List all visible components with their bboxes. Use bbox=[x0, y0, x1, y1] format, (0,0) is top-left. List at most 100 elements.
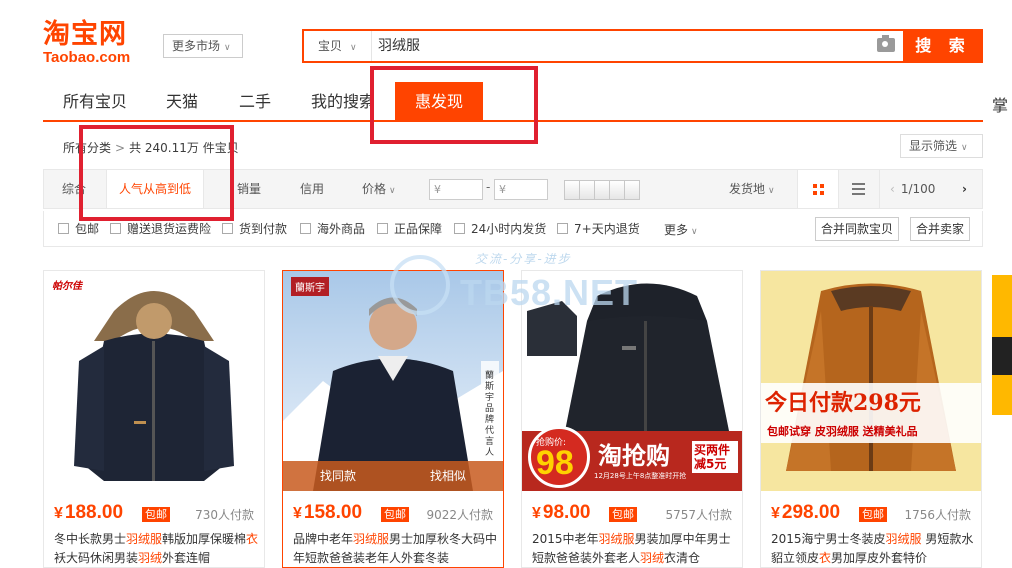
chevron-down-icon: ∨ bbox=[768, 186, 775, 196]
filter-cash-on-delivery[interactable]: 货到付款 bbox=[222, 222, 287, 236]
watermark-subtitle: 交流-分享-进步 bbox=[475, 252, 572, 266]
checkbox-icon bbox=[557, 223, 568, 234]
title-text: 男士加厚秋冬大码 bbox=[389, 532, 486, 546]
chevron-down-icon: ∨ bbox=[224, 43, 231, 53]
product-card[interactable]: 今日付款298元 包邮试穿 皮羽绒服 送精美礼品 ¥298.00 包邮 1756… bbox=[760, 270, 982, 568]
credit-range-slider[interactable] bbox=[564, 180, 640, 200]
product-image[interactable]: 蘭斯宇 蘭斯宇品牌代言人 找同款 找相似 bbox=[283, 271, 503, 491]
product-title[interactable]: 2015中老年羽绒服男装加厚中年男士短款爸爸装外套老人羽绒衣清仓 bbox=[532, 530, 737, 568]
promo-title: 今日付款298元 bbox=[765, 390, 921, 416]
filter-overseas[interactable]: 海外商品 bbox=[300, 222, 365, 236]
tab-all-items[interactable]: 所有宝贝 bbox=[63, 82, 127, 120]
promo-discount: 买两件减5元 bbox=[692, 441, 738, 473]
filter-label: 包邮 bbox=[75, 222, 100, 236]
title-text: 男加厚皮外套特价 bbox=[831, 551, 928, 565]
title-text: 韩版加厚保暖棉 bbox=[162, 532, 247, 546]
filter-label: 海外商品 bbox=[317, 222, 366, 236]
filter-7day-return[interactable]: 7+天内退货 bbox=[557, 222, 640, 236]
find-similar-button[interactable]: 找相似 bbox=[393, 461, 503, 491]
sort-credit[interactable]: 信用 bbox=[300, 170, 324, 208]
more-filters[interactable]: 更多 ∨ bbox=[664, 221, 698, 238]
sort-price[interactable]: 价格 ∨ bbox=[362, 170, 396, 208]
free-shipping-badge: 包邮 bbox=[609, 507, 637, 522]
product-sales: 5757人付款 bbox=[665, 508, 732, 522]
checkbox-icon bbox=[377, 223, 388, 234]
filter-label: 24小时内发货 bbox=[471, 222, 547, 236]
merge-same-items-button[interactable]: 合并同款宝贝 bbox=[815, 217, 900, 241]
promo-title: 淘抢购 bbox=[598, 441, 670, 470]
title-highlight: 衣 bbox=[246, 532, 259, 546]
pager: ‹ 1/100 › bbox=[879, 170, 967, 208]
yen-symbol: ¥ bbox=[532, 505, 541, 522]
product-photo bbox=[761, 271, 981, 491]
title-highlight: 羽绒服 bbox=[885, 532, 922, 546]
product-image[interactable]: 今日付款298元 包邮试穿 皮羽绒服 送精美礼品 bbox=[761, 271, 981, 491]
right-cut-label[interactable]: 掌 bbox=[992, 92, 1008, 116]
show-filter-label: 显示筛选 bbox=[909, 139, 958, 153]
product-title[interactable]: 品牌中老年羽绒服男士加厚秋冬大码中年短款爸爸装老年人外套冬装 bbox=[293, 530, 498, 568]
merge-sellers-button[interactable]: 合并卖家 bbox=[910, 217, 971, 241]
promo-date: 12月28号上午8点整准时开抢 bbox=[594, 472, 687, 480]
product-card[interactable]: 帕尔佳 ¥188.00 包邮 730人付款 冬中长款男士羽绒服韩版加厚保暖棉衣袄… bbox=[43, 270, 265, 568]
product-title[interactable]: 冬中长款男士羽绒服韩版加厚保暖棉衣袄大码休闲男装羽绒外套连帽 bbox=[54, 530, 259, 568]
grid-view-icon[interactable] bbox=[797, 170, 839, 208]
filter-free-shipping[interactable]: 包邮 bbox=[58, 222, 99, 236]
filter-genuine[interactable]: 正品保障 bbox=[377, 222, 442, 236]
yen-symbol: ¥ bbox=[293, 505, 302, 522]
side-ad-strip[interactable] bbox=[992, 275, 1012, 415]
search-button[interactable]: 搜 索 bbox=[903, 29, 983, 63]
filter-24h-shipping[interactable]: 24小时内发货 bbox=[454, 222, 546, 236]
product-price-value: 158.00 bbox=[303, 502, 363, 523]
checkbox-icon bbox=[300, 223, 311, 234]
sort-sales[interactable]: 销量 bbox=[237, 170, 261, 208]
logo-chinese: 淘宝网 bbox=[43, 19, 127, 50]
product-sales: 1756人付款 bbox=[904, 508, 971, 522]
title-text: 2015中老年 bbox=[532, 532, 599, 546]
annotation-box-discover bbox=[370, 66, 538, 144]
chevron-down-icon: ∨ bbox=[691, 227, 698, 237]
camera-icon[interactable] bbox=[877, 35, 895, 52]
show-filter-button[interactable]: 显示筛选 ∨ bbox=[900, 134, 983, 158]
free-shipping-badge: 包邮 bbox=[859, 507, 887, 522]
title-text: 男装加厚中年男士 bbox=[634, 532, 731, 546]
price-dash: - bbox=[486, 180, 491, 194]
list-view-icon[interactable] bbox=[852, 183, 865, 195]
product-title[interactable]: 2015海宁男士冬装皮羽绒服 男短款水貂立领皮衣男加厚皮外套特价 bbox=[771, 530, 976, 568]
price-max-input[interactable]: ¥ bbox=[494, 179, 548, 200]
tab-my-search[interactable]: 我的搜索 bbox=[311, 82, 375, 120]
free-shipping-badge: 包邮 bbox=[142, 507, 170, 522]
promo-price: 98 bbox=[536, 444, 574, 482]
tab-second-hand[interactable]: 二手 bbox=[239, 82, 271, 120]
chevron-down-icon: ∨ bbox=[389, 186, 396, 196]
tab-tmall[interactable]: 天猫 bbox=[166, 82, 198, 120]
page-indicator: 1/100 bbox=[900, 182, 936, 196]
taobao-logo[interactable]: 淘宝网 Taobao.com bbox=[43, 20, 153, 66]
title-text: 袄大码休闲男装 bbox=[54, 551, 139, 565]
title-text: 品牌中老年 bbox=[293, 532, 354, 546]
filter-label: 货到付款 bbox=[239, 222, 288, 236]
product-card[interactable]: 蘭斯宇 蘭斯宇品牌代言人 找同款 找相似 ¥158.00 包邮 9022人付款 … bbox=[282, 270, 504, 568]
product-photo bbox=[44, 271, 264, 491]
filter-label: 赠送退货运费险 bbox=[127, 222, 212, 236]
search-input[interactable] bbox=[378, 31, 868, 61]
yen-symbol: ¥ bbox=[54, 505, 63, 522]
price-min-input[interactable]: ¥ bbox=[429, 179, 483, 200]
checkbox-icon bbox=[222, 223, 233, 234]
title-highlight: 羽绒服 bbox=[353, 532, 390, 546]
filter-return-insurance[interactable]: 赠送退货运费险 bbox=[110, 222, 211, 236]
product-image[interactable]: 帕尔佳 bbox=[44, 271, 264, 491]
search-type-select[interactable]: 宝贝 ∨ bbox=[304, 31, 372, 61]
title-text: 貂立领皮 bbox=[771, 551, 820, 565]
find-same-button[interactable]: 找同款 bbox=[283, 461, 393, 491]
title-highlight: 羽绒服 bbox=[598, 532, 635, 546]
next-page-icon[interactable]: › bbox=[962, 170, 967, 208]
title-text: 2015海宁男士冬装皮 bbox=[771, 532, 886, 546]
ship-from-dropdown[interactable]: 发货地 ∨ bbox=[729, 170, 775, 208]
title-text: 衣清仓 bbox=[664, 551, 701, 565]
product-image[interactable]: 抢购价: 98 淘抢购 12月28号上午8点整准时开抢 买两件减5元 bbox=[522, 271, 742, 491]
search-type-label: 宝贝 bbox=[318, 39, 343, 53]
more-markets-dropdown[interactable]: 更多市场 ∨ bbox=[163, 34, 243, 58]
product-card[interactable]: 抢购价: 98 淘抢购 12月28号上午8点整准时开抢 买两件减5元 ¥98.0… bbox=[521, 270, 743, 568]
prev-page-icon[interactable]: ‹ bbox=[890, 182, 895, 196]
brand-logo: 蘭斯宇 bbox=[291, 277, 329, 296]
